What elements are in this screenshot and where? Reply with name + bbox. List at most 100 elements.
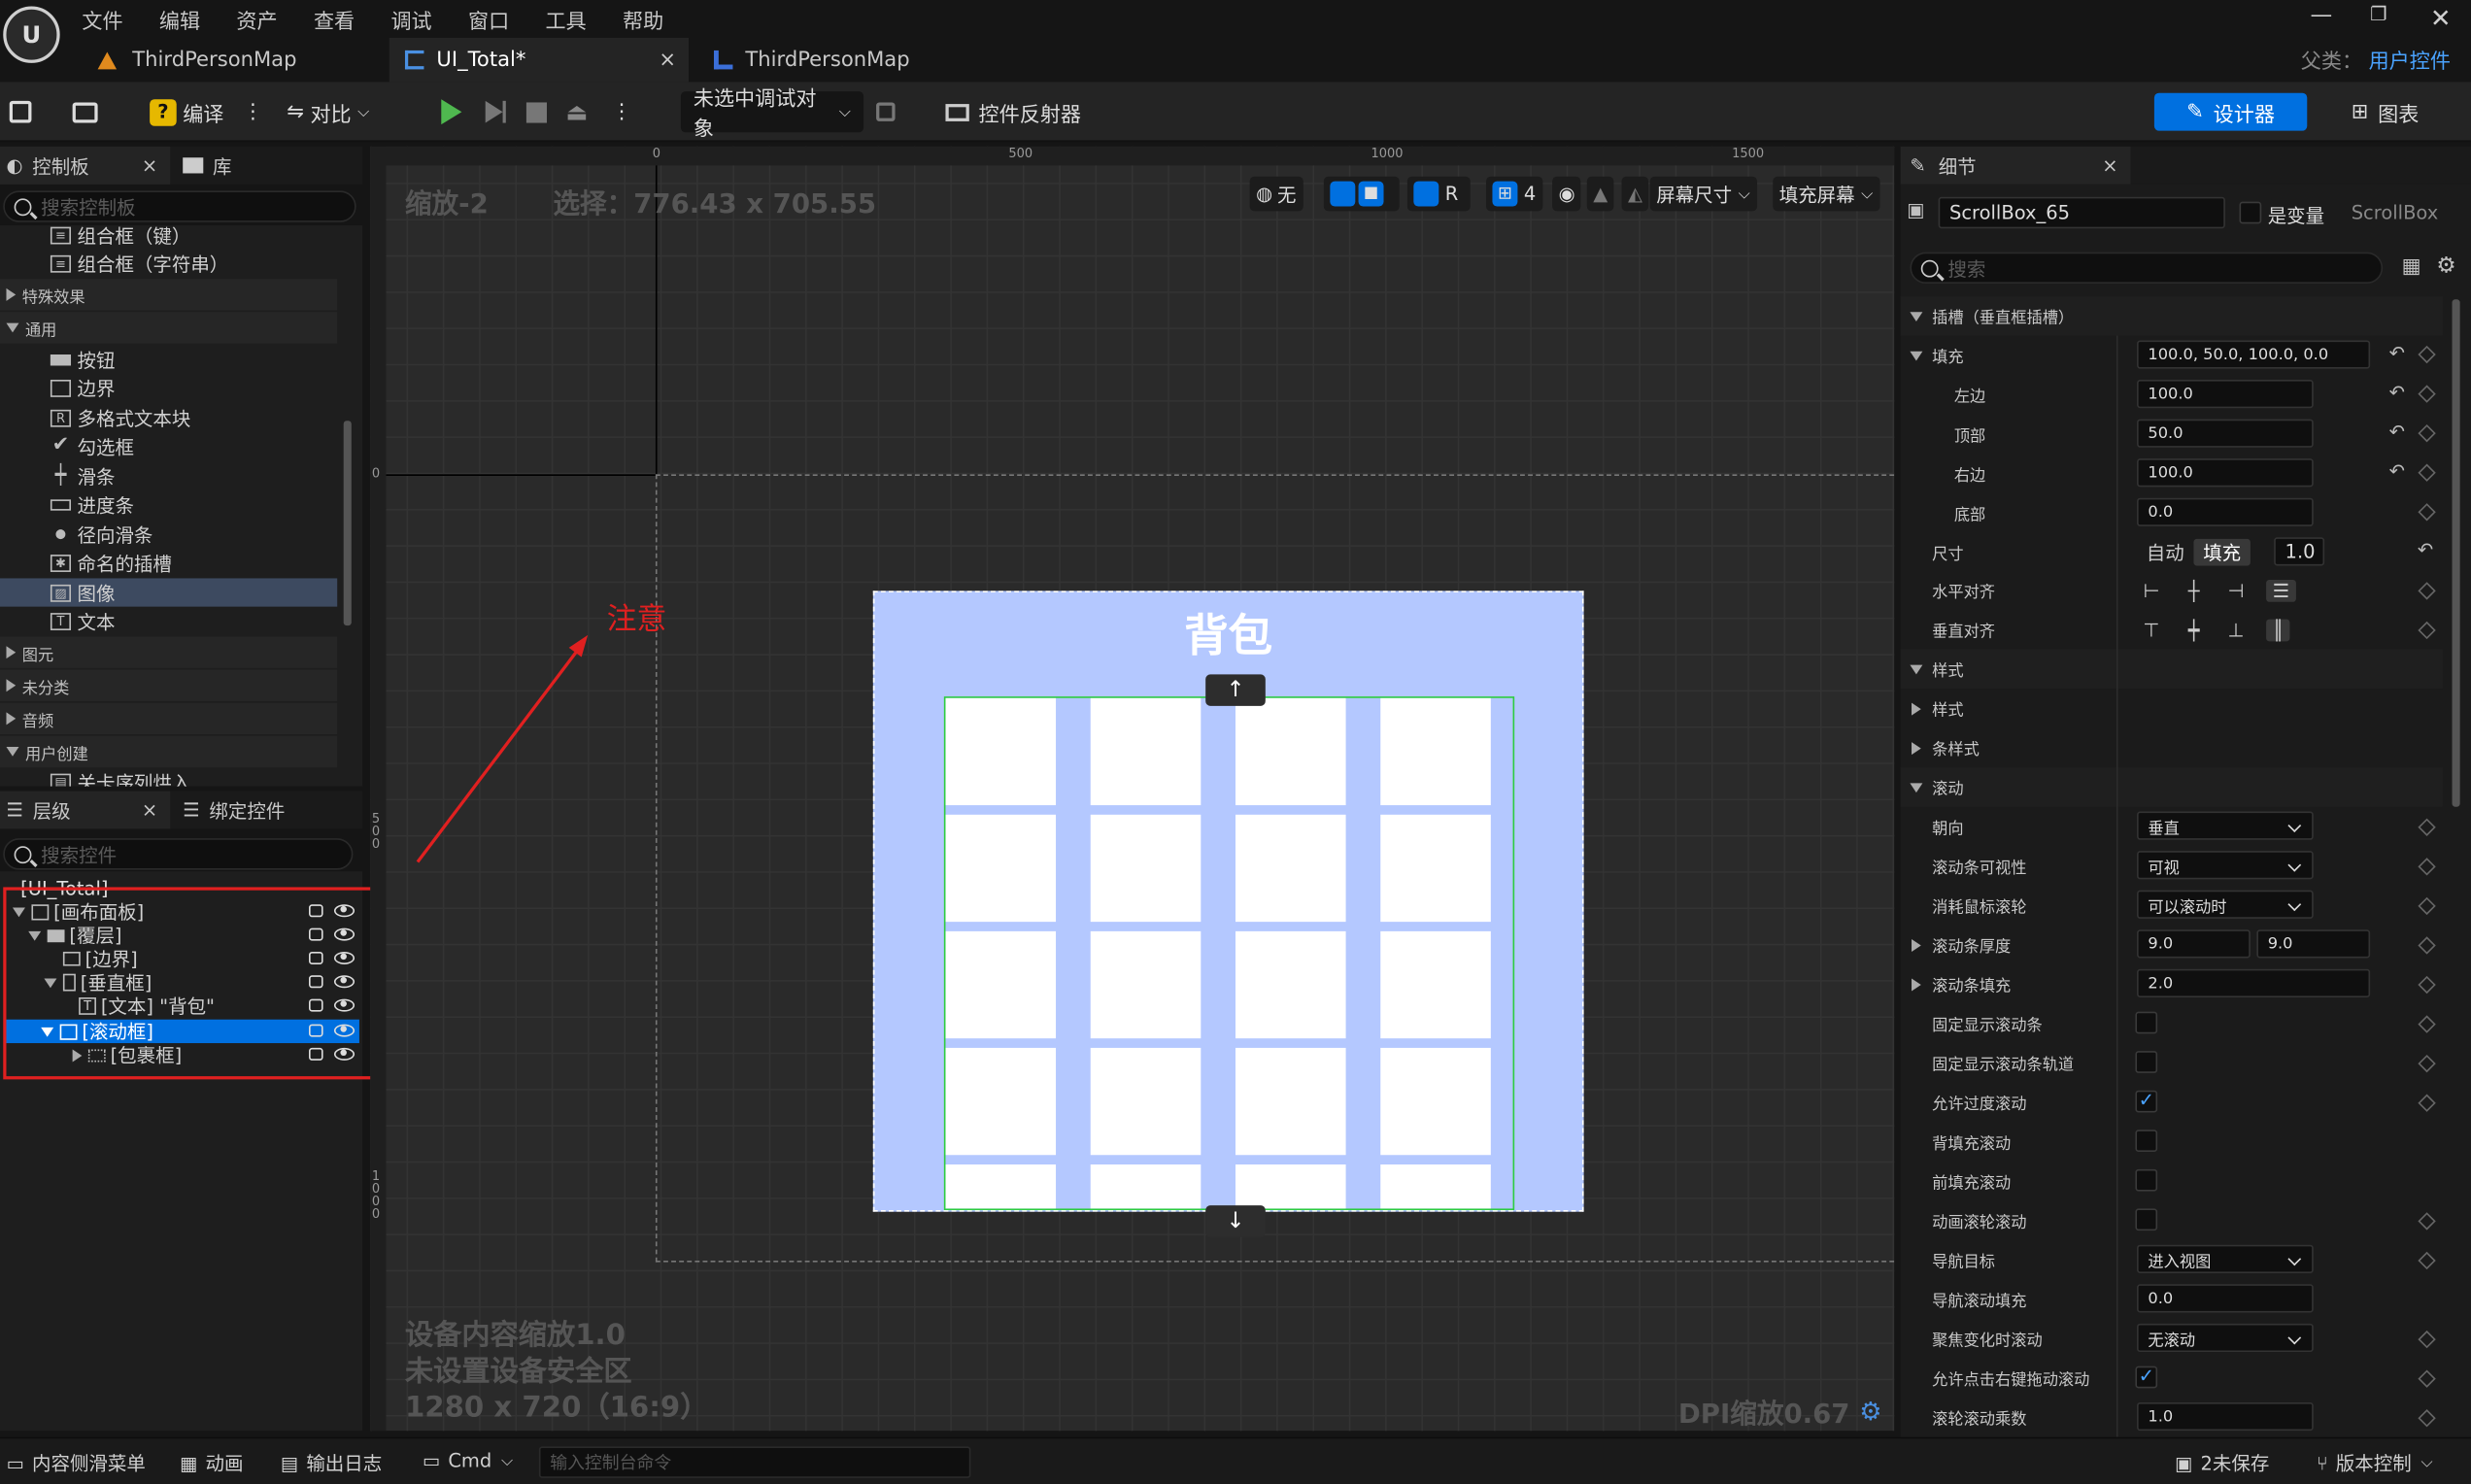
gear-icon[interactable]: ⚙ — [1859, 1396, 1881, 1426]
map-icon — [97, 51, 118, 69]
diff-button[interactable]: ⇋ 对比 ⌵ — [287, 93, 369, 131]
menu-file[interactable]: 文件 — [82, 0, 140, 35]
globe-icon: ◍ — [1256, 183, 1273, 205]
tab-palette[interactable]: ◐ 控制板 × — [0, 146, 171, 185]
play-button[interactable] — [441, 93, 462, 131]
designer-viewport[interactable]: 0 500 1000 1500 0 500 1000 缩放-2 选择：776.4… — [370, 146, 1895, 1432]
stop-button[interactable] — [525, 93, 547, 131]
browse-icon[interactable] — [72, 93, 98, 131]
pencil-icon: ✎ — [1910, 154, 1926, 177]
play-options-icon[interactable]: ⋮ — [612, 93, 632, 131]
tab-thirdpersonmap[interactable]: ThirdPersonMap — [82, 38, 385, 82]
window-close-icon[interactable]: ✕ — [2430, 3, 2452, 33]
designer-button[interactable]: ✎ 设计器 — [2153, 92, 2308, 131]
palette-item[interactable]: ≡ 组合框（字符串） — [50, 249, 228, 277]
category-primitive[interactable]: 图元 — [0, 636, 338, 668]
palette-item-radialslider[interactable]: ● 径向滑条 — [51, 520, 153, 548]
is-variable-checkbox[interactable] — [2239, 201, 2262, 224]
graph-button[interactable]: ⊞ 图表 — [2352, 93, 2420, 131]
close-icon[interactable]: × — [659, 48, 676, 71]
palette-item-user[interactable]: ▤ 关卡序列烘入 — [50, 767, 190, 787]
widget-name-input[interactable]: ScrollBox_65 — [1938, 196, 2225, 229]
menu-view[interactable]: 查看 — [314, 0, 372, 35]
debug-find-icon[interactable] — [876, 93, 896, 131]
menu-edit[interactable]: 编辑 — [159, 0, 218, 35]
unreal-logo-icon[interactable]: U — [3, 6, 60, 63]
palette-search-input[interactable]: 搜索控制板 — [3, 190, 356, 222]
table-view-icon[interactable]: ▦ — [2402, 255, 2421, 279]
collapse-icon — [6, 322, 19, 333]
tab-hierarchy[interactable]: ☰ 层级 × — [0, 791, 171, 829]
category-uncategorized[interactable]: 未分类 — [0, 669, 338, 701]
palette-item-border[interactable]: 边界 — [50, 374, 116, 402]
tab-library[interactable]: 库 — [170, 152, 232, 180]
screen-size-dropdown[interactable]: 屏幕尺寸 ⌵ — [1649, 176, 1757, 212]
source-control-button[interactable]: ⑂ 版本控制 ⌵ — [2317, 1450, 2433, 1477]
close-icon[interactable]: × — [2102, 154, 2117, 177]
palette-item-progressbar[interactable]: 进度条 — [50, 490, 134, 519]
palette-item-namedslot[interactable]: ✱ 命名的插槽 — [50, 549, 172, 577]
category-audio[interactable]: 音频 — [0, 702, 338, 735]
palette-item-slider[interactable]: ┿ 滑条 — [51, 461, 116, 489]
debug-target-dropdown[interactable]: 未选中调试对象 ⌵ — [680, 88, 864, 142]
widget-reflector-button[interactable]: 控件反射器 — [945, 93, 1081, 131]
flip-icon[interactable]: ◭ — [1621, 176, 1649, 212]
menu-window[interactable]: 窗口 — [468, 0, 526, 35]
eject-button[interactable]: ⏏ — [565, 93, 588, 131]
palette-item-image[interactable]: ▨ 图像 — [0, 578, 338, 607]
lock-toggle-button[interactable]: ■ — [1323, 176, 1400, 212]
output-log-button[interactable]: ▤ 输出日志 — [281, 1450, 382, 1477]
compile-button[interactable]: ? 编译 ⋮ — [150, 93, 263, 131]
details-search-input[interactable]: 搜索 — [1910, 252, 2384, 285]
localization-button[interactable]: ◍ 无 — [1249, 176, 1303, 212]
animation-button[interactable]: ▦ 动画 — [180, 1450, 243, 1477]
cmd-dropdown[interactable]: ▭ Cmd ⌵ — [423, 1450, 513, 1472]
console-input[interactable]: 输入控制台命令 — [538, 1446, 971, 1478]
more-options-icon[interactable]: ⋮ — [243, 100, 263, 123]
save-icon[interactable] — [9, 93, 32, 131]
close-icon[interactable]: × — [142, 799, 157, 822]
restore-icon[interactable]: ❐ — [2370, 3, 2386, 25]
palette-item-button[interactable]: 按钮 — [50, 345, 116, 373]
expand-icon — [6, 679, 17, 692]
graph-icon: ⊞ — [2351, 100, 2369, 124]
step-button[interactable] — [485, 93, 506, 131]
palette-item-richtext[interactable]: R 多格式文本块 — [50, 403, 190, 431]
landscape-icon[interactable]: ▲ — [1586, 176, 1614, 212]
hierarchy-search-input[interactable]: 搜索控件 — [3, 838, 354, 870]
tab-thirdpersonmap-2[interactable]: ThirdPersonMap — [698, 38, 998, 82]
menu-tools[interactable]: 工具 — [546, 0, 604, 35]
toolbar: ? 编译 ⋮ ⇋ 对比 ⌵ ⏏ ⋮ 未选中调试对象 ⌵ 控件反射器 ✎ 设计器 … — [0, 82, 2471, 143]
settings-gear-icon[interactable]: ⚙ — [2436, 253, 2455, 279]
tab-details[interactable]: ✎ 细节 × — [1900, 146, 2131, 185]
palette-item[interactable]: ≡ 组合框（键） — [50, 225, 190, 249]
cursor-toggle-icon[interactable]: ◉ — [1552, 176, 1582, 212]
fill-screen-dropdown[interactable]: 填充屏幕 ⌵ — [1773, 176, 1879, 212]
hierarchy-icon: ☰ — [6, 798, 23, 822]
toggle-icon — [1330, 181, 1356, 207]
palette-item-checkbox[interactable]: ✔ 勾选框 — [51, 432, 134, 460]
unsaved-button[interactable]: ▣ 2未保存 — [2175, 1450, 2269, 1477]
grid-snap-button[interactable]: ⊞ 4 — [1485, 176, 1542, 212]
palette-item-text[interactable]: T 文本 — [50, 607, 116, 635]
menu-asset[interactable]: 资产 — [236, 0, 294, 35]
category-effects[interactable]: 特殊效果 — [0, 279, 338, 311]
tab-label: ThirdPersonMap — [745, 48, 910, 72]
terminal-icon: ▭ — [422, 1449, 441, 1472]
category-user-created[interactable]: 用户创建 — [0, 735, 338, 768]
parent-class-link[interactable]: 用户控件 — [2369, 44, 2451, 74]
device-resolution: 1280 x 720（16:9） — [404, 1391, 709, 1425]
menu-debug[interactable]: 调试 — [390, 0, 449, 35]
folder-icon — [183, 157, 204, 174]
minimize-icon[interactable]: — — [2311, 3, 2333, 28]
widget-blueprint-icon — [404, 50, 424, 70]
palette-scrollbar[interactable] — [343, 421, 352, 626]
close-icon[interactable]: × — [142, 154, 157, 177]
respect-locks-button[interactable]: R — [1406, 176, 1471, 212]
search-icon — [14, 845, 32, 863]
content-drawer-button[interactable]: ▭ 内容侧滑菜单 — [6, 1450, 145, 1477]
category-common[interactable]: 通用 — [0, 312, 338, 344]
menu-help[interactable]: 帮助 — [623, 0, 681, 35]
tab-bind-widgets[interactable]: ☰ 绑定控件 — [170, 796, 285, 824]
tab-ui-total[interactable]: UI_Total* × — [389, 37, 690, 83]
